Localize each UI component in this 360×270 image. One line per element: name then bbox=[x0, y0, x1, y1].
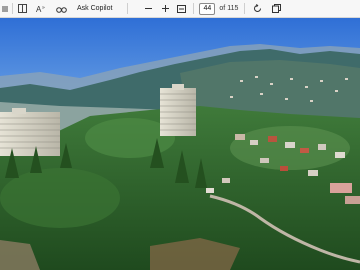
copilot-icon[interactable]: Ask Copilot bbox=[74, 1, 112, 17]
tall-building-center bbox=[160, 84, 196, 136]
toolbar-divider bbox=[193, 3, 195, 14]
page-number-input[interactable] bbox=[199, 2, 216, 15]
rotate-icon[interactable] bbox=[251, 1, 263, 17]
zoom-out-icon[interactable] bbox=[142, 1, 154, 17]
toolbar-divider bbox=[12, 3, 13, 14]
page-total-label: of 115 bbox=[219, 5, 239, 12]
ask-copilot-label[interactable]: Ask Copilot bbox=[77, 5, 112, 12]
document-page-photo bbox=[0, 18, 360, 270]
menu-icon[interactable] bbox=[1, 1, 9, 17]
tall-building-left bbox=[0, 108, 60, 156]
text-options-icon[interactable]: A» bbox=[34, 1, 48, 17]
page-layout-icon[interactable] bbox=[16, 1, 28, 17]
immersive-reader-icon[interactable] bbox=[54, 1, 68, 17]
fit-page-icon[interactable] bbox=[175, 1, 187, 17]
toolbar-divider bbox=[127, 3, 129, 14]
page-view-icon[interactable] bbox=[270, 1, 282, 17]
toolbar-divider bbox=[244, 3, 246, 14]
pdf-toolbar: A» Ask Copilot of 115 bbox=[0, 0, 360, 18]
zoom-in-icon[interactable] bbox=[159, 1, 171, 17]
svg-text:»: » bbox=[42, 5, 45, 11]
